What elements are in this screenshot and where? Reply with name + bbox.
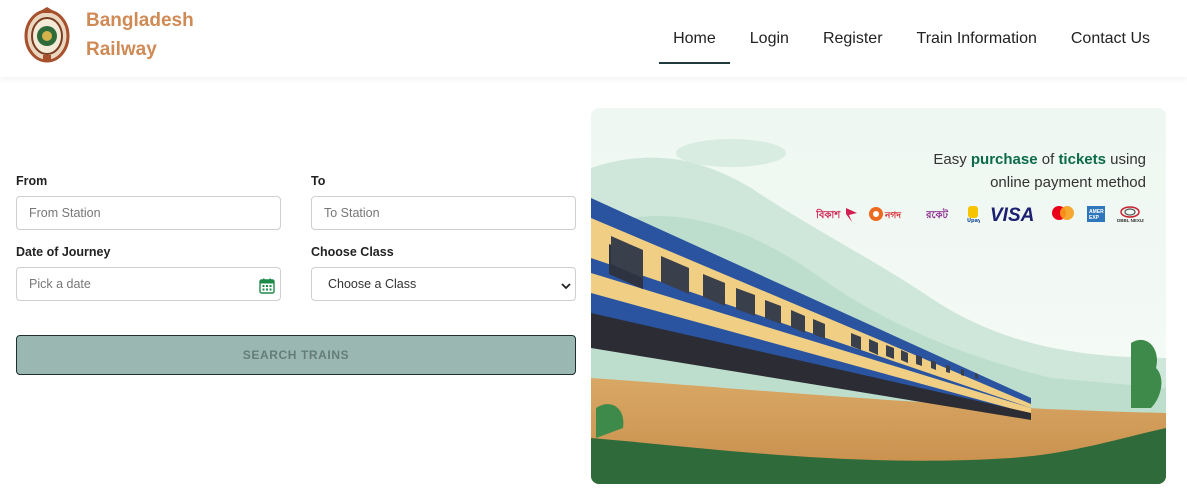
logo-link[interactable] [24, 5, 70, 63]
to-field: To [311, 174, 576, 230]
class-field: Choose Class Choose a Class [311, 245, 576, 301]
svg-text:নগদ: নগদ [884, 211, 902, 221]
main-nav: Home Login Register Train Information Co… [656, 0, 1167, 77]
bangladesh-railway-emblem-icon [24, 7, 70, 63]
nav-home[interactable]: Home [659, 9, 730, 69]
nav-login[interactable]: Login [736, 9, 803, 69]
from-station-input[interactable] [16, 196, 281, 230]
promo-highlight-purchase: purchase [970, 151, 1038, 168]
svg-text:VISA: VISA [990, 205, 1034, 223]
search-trains-button[interactable]: SEARCH TRAINS [16, 335, 576, 375]
calendar-icon[interactable] [259, 278, 275, 294]
svg-text:বিকাশ: বিকাশ [816, 208, 841, 221]
promo-prefix: Easy [933, 151, 967, 168]
brand-line-2: Railway [86, 39, 157, 60]
date-label: Date of Journey [16, 245, 111, 259]
date-of-journey-input[interactable] [16, 267, 281, 301]
promo-line-1: Easy purchase of tickets using [933, 148, 1146, 171]
promo-text: Easy purchase of tickets using online pa… [933, 148, 1146, 194]
class-label: Choose Class [311, 245, 394, 259]
upay-icon: Upay [966, 204, 980, 224]
svg-text:DBBL NEXUS: DBBL NEXUS [1117, 218, 1144, 223]
from-label: From [16, 174, 48, 188]
date-field: Date of Journey [16, 245, 281, 301]
brand-line-1: Bangladesh [86, 10, 194, 31]
nav-train-information[interactable]: Train Information [903, 9, 1051, 69]
svg-text:রকেট: রকেট [926, 207, 949, 221]
brand-name[interactable]: Bangladesh Railway [86, 6, 194, 64]
nav-register[interactable]: Register [809, 9, 897, 69]
site-header: Bangladesh Railway Home Login Register T… [0, 0, 1187, 77]
dbbl-nexus-icon: DBBL NEXUS [1116, 204, 1144, 224]
to-station-input[interactable] [311, 196, 576, 230]
nav-contact-us[interactable]: Contact Us [1057, 9, 1164, 69]
amex-icon: AMER EXP [1086, 204, 1106, 224]
bkash-icon: বিকাশ [816, 204, 858, 224]
promo-mid: of [1041, 151, 1055, 168]
mastercard-icon [1050, 204, 1076, 224]
promo-suffix: using [1110, 151, 1146, 168]
visa-icon: VISA [990, 204, 1040, 224]
payment-methods: বিকাশ নগদ রকেট Upay VISA AMER EXP DBBL NE… [816, 204, 1144, 224]
rocket-icon: রকেট [926, 204, 956, 224]
promo-banner: Easy purchase of tickets using online pa… [591, 108, 1166, 484]
from-field: From [16, 174, 281, 230]
promo-highlight-tickets: tickets [1058, 151, 1106, 168]
to-label: To [311, 174, 326, 188]
svg-text:Upay: Upay [967, 218, 980, 223]
nagad-icon: নগদ [868, 204, 916, 224]
chevron-down-icon [561, 283, 571, 290]
class-select[interactable]: Choose a Class [311, 267, 576, 301]
svg-text:EXP: EXP [1089, 215, 1100, 221]
promo-line-2: online payment method [990, 174, 1146, 191]
